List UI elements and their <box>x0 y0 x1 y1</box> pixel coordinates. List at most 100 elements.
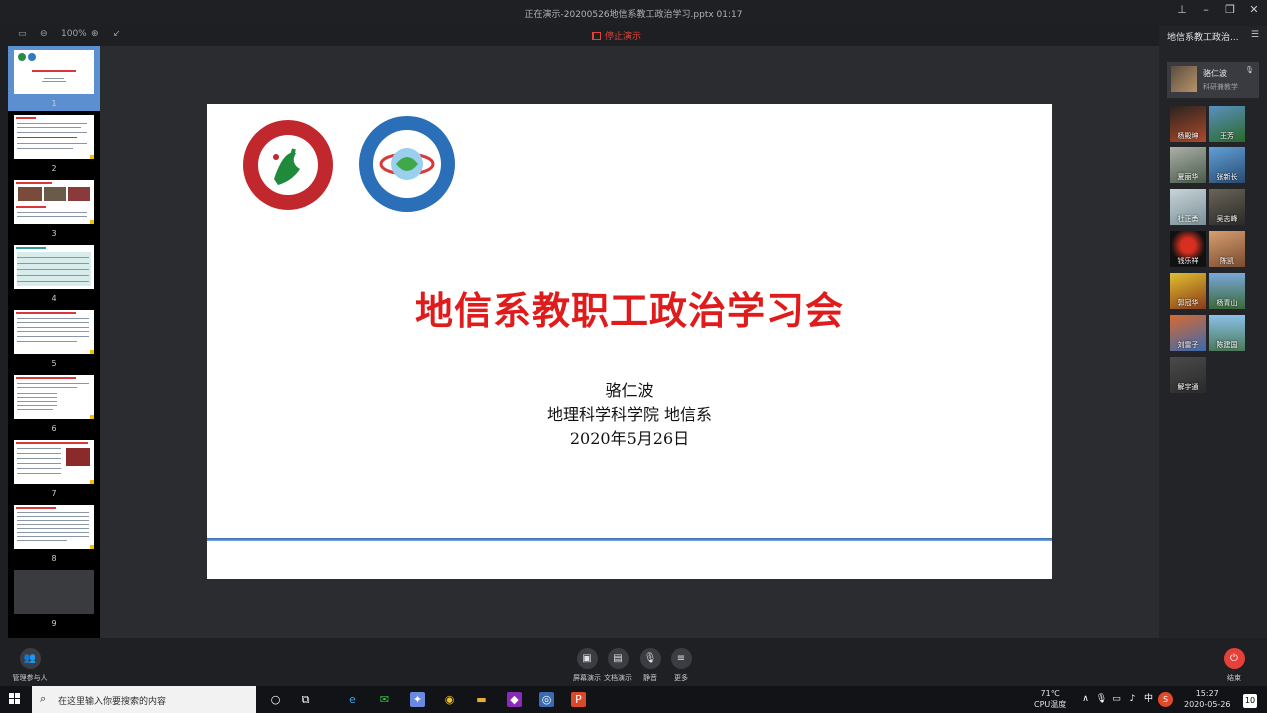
meeting-controls: 👥 管理参与人 ▣ 屏幕演示 ▤ 文档演示 🎙 静音 ≡ 更多 ⏻ 结束 <box>0 638 1267 686</box>
cpu-temp-value: 71℃ <box>1040 689 1060 698</box>
participant-tile[interactable]: 杨殿坤 <box>1170 106 1206 142</box>
participant-name: 夏丽华 <box>1177 173 1199 181</box>
host-tile[interactable]: 骆仁波 科研兼教学 🎙 <box>1167 62 1259 98</box>
participant-name: 陈凯 <box>1220 257 1234 265</box>
host-subtitle: 科研兼教学 <box>1203 83 1238 91</box>
cpu-temperature: 71℃ CPU温度 <box>1034 688 1066 710</box>
participant-tile[interactable]: 杜正勇 <box>1170 189 1206 225</box>
slide-thumbnail[interactable]: 1 <box>8 46 100 111</box>
slide-thumbnail[interactable]: 3 <box>8 176 100 241</box>
sidebar-toggle-icon[interactable]: ▭ <box>18 29 27 39</box>
slide-number: 7 <box>51 489 57 498</box>
slide-number: 6 <box>51 424 57 433</box>
participant-tile[interactable]: 陈凯 <box>1209 231 1245 267</box>
slide-thumbnail[interactable]: 5 <box>8 306 100 371</box>
volume-icon[interactable]: ♪ <box>1125 692 1140 707</box>
stop-presentation-button[interactable]: 停止演示 <box>592 29 641 42</box>
participant-tile[interactable]: 张新长 <box>1209 147 1245 183</box>
zoom-in-icon[interactable]: ⊕ <box>91 29 99 39</box>
presentation-date: 2020年5月26日 <box>569 429 690 448</box>
slide-thumbnail[interactable]: 2 <box>8 111 100 176</box>
edge-icon[interactable]: e <box>345 692 360 707</box>
system-clock[interactable]: 15:27 2020-05-26 <box>1184 688 1231 710</box>
thumbnail-image <box>14 505 94 549</box>
participant-tile[interactable]: 吴志峰 <box>1209 189 1245 225</box>
notification-badge[interactable]: 10 <box>1243 694 1257 708</box>
title-bar: 正在演示-20200526地信系教工政治学习.pptx 01:17 ⊥ – ❐ … <box>0 0 1267 26</box>
thumbnail-image <box>14 245 94 289</box>
slide-number: 1 <box>51 99 57 108</box>
slide-number: 8 <box>51 554 57 563</box>
participant-tile[interactable]: 刘雷子 <box>1170 315 1206 351</box>
taskbar-search-box[interactable]: ⌕ 在这里输入你要搜索的内容 <box>32 686 256 713</box>
slide-number: 5 <box>51 359 57 368</box>
participant-tile[interactable]: 杨青山 <box>1209 273 1245 309</box>
presentation-stage: 地信系教职工政治学习会 骆仁波 地理科学科学院 地信系 2020年5月26日 <box>100 46 1159 638</box>
slide-number: 4 <box>51 294 57 303</box>
participant-tile[interactable]: 郭冠华 <box>1170 273 1206 309</box>
file-explorer-icon[interactable]: ▬ <box>474 692 489 707</box>
current-slide[interactable]: 地信系教职工政治学习会 骆仁波 地理科学科学院 地信系 2020年5月26日 <box>207 104 1052 579</box>
list-view-icon[interactable]: ☰ <box>1251 30 1259 40</box>
close-icon[interactable]: ✕ <box>1247 3 1261 16</box>
slide-thumbnail[interactable]: 8 <box>8 501 100 566</box>
slide-thumbnail[interactable]: 6 <box>8 371 100 436</box>
network-icon[interactable]: ▭ <box>1109 692 1124 707</box>
slide-number: 9 <box>51 619 57 628</box>
participant-name: 杜正勇 <box>1177 215 1199 223</box>
sogou-ime-icon[interactable]: S <box>1158 692 1173 707</box>
minimize-icon[interactable]: – <box>1199 3 1213 16</box>
participant-tile[interactable]: 王芳 <box>1209 106 1245 142</box>
participant-tile[interactable]: 钱乐祥 <box>1170 231 1206 267</box>
manage-participants-button[interactable]: 👥 管理参与人 <box>10 648 50 683</box>
zoom-level: 100% <box>61 29 87 39</box>
presenter-affiliation: 地理科学科学院 地信系 <box>546 405 713 424</box>
power-icon: ⏻ <box>1223 648 1245 669</box>
pin-icon[interactable]: ⊥ <box>1175 3 1189 16</box>
wechat-icon[interactable]: ✉ <box>377 692 392 707</box>
slide-number: 2 <box>51 164 57 173</box>
slide-number: 3 <box>51 229 57 238</box>
cpu-temp-label: CPU温度 <box>1034 700 1067 709</box>
manage-participants-label: 管理参与人 <box>12 674 48 682</box>
fit-screen-icon[interactable]: ↙ <box>113 29 121 39</box>
feishu-icon[interactable]: ✦ <box>410 692 425 707</box>
document-icon: ▤ <box>607 648 629 669</box>
slide-thumbnail[interactable]: 7 <box>8 436 100 501</box>
participants-panel: 地信系教工政治... ☰ 骆仁波 科研兼教学 🎙 杨殿坤 王芳 夏丽华 张新长 … <box>1159 26 1267 638</box>
microphone-icon[interactable]: 🎙 <box>1094 692 1109 707</box>
end-label: 结束 <box>1227 674 1241 682</box>
cortana-icon[interactable]: ○ <box>268 692 283 707</box>
participant-name: 杨青山 <box>1216 299 1238 307</box>
people-icon: 👥 <box>19 648 41 669</box>
participant-tile[interactable]: 夏丽华 <box>1170 147 1206 183</box>
restore-icon[interactable]: ❐ <box>1223 3 1237 16</box>
stop-label: 停止演示 <box>605 32 642 42</box>
chevron-up-icon[interactable]: ∧ <box>1078 692 1093 707</box>
clock-date: 2020-05-26 <box>1184 700 1231 709</box>
participant-tile[interactable]: 陈建国 <box>1209 315 1245 351</box>
window-title: 正在演示-20200526地信系教工政治学习.pptx 01:17 <box>524 10 743 20</box>
task-view-icon[interactable]: ⧉ <box>298 692 313 707</box>
participant-name: 杨殿坤 <box>1177 132 1199 140</box>
media-player-icon[interactable]: ◆ <box>507 692 522 707</box>
thumbnail-image <box>14 115 94 159</box>
participant-tile[interactable]: 解宇通 <box>1170 357 1206 393</box>
powerpoint-icon[interactable]: P <box>571 692 586 707</box>
thumbnail-image <box>14 50 94 94</box>
microphone-icon: 🎙 <box>1245 66 1254 74</box>
zoom-out-icon[interactable]: ⊖ <box>40 29 48 39</box>
windows-start-icon[interactable] <box>9 693 21 705</box>
screen: 正在演示-20200526地信系教工政治学习.pptx 01:17 ⊥ – ❐ … <box>0 0 1267 713</box>
university-logo <box>243 120 333 210</box>
end-meeting-button[interactable]: ⏻ 结束 <box>1214 648 1254 683</box>
meeting-app-icon[interactable]: ◎ <box>539 692 554 707</box>
input-method-indicator[interactable]: 中 <box>1141 692 1156 707</box>
thumbnail-image <box>14 180 94 224</box>
slide-thumbnail[interactable]: 9 <box>8 566 100 631</box>
more-button[interactable]: ≡ 更多 <box>661 648 701 683</box>
slide-thumbnail[interactable]: 4 <box>8 241 100 306</box>
more-label: 更多 <box>674 674 688 682</box>
chrome-icon[interactable]: ◉ <box>442 692 457 707</box>
slide-title: 地信系教职工政治学习会 <box>414 288 844 333</box>
